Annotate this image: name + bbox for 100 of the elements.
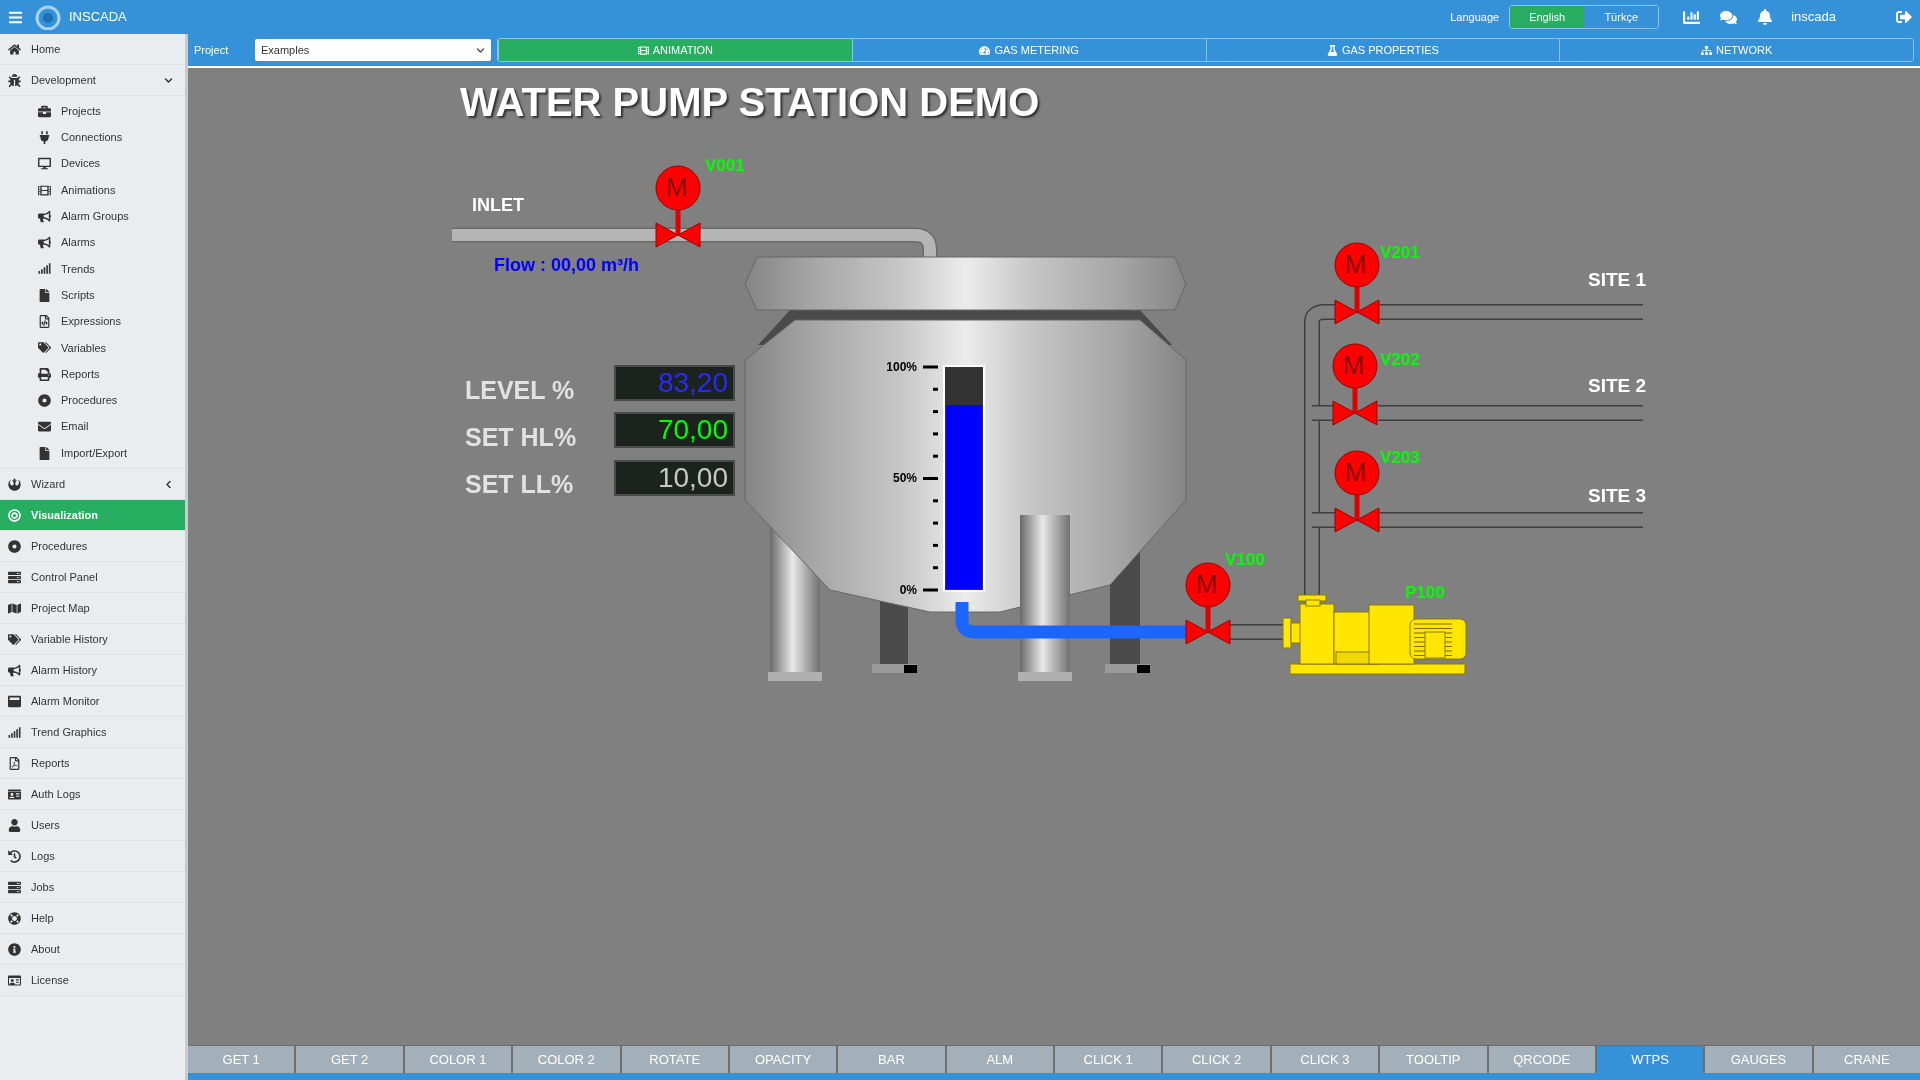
branch-pipe: [1312, 512, 1336, 528]
sidebar-subitem[interactable]: Import/Export: [0, 439, 185, 467]
sidebar-item[interactable]: Alarm History: [0, 655, 185, 687]
valve-tag: V001: [705, 153, 745, 179]
sidebar-subitem[interactable]: Procedures: [0, 387, 185, 414]
logo-icon: [33, 4, 63, 30]
readout-label: SET HL%: [465, 422, 577, 453]
dropdown-icon: [476, 45, 485, 55]
megaphone-icon: [38, 209, 51, 223]
sidebar-item[interactable]: Project Map: [0, 593, 185, 625]
sidebar-subitem[interactable]: Connections: [0, 124, 185, 151]
sidebar-subitem[interactable]: Expressions: [0, 308, 185, 335]
sidebar-subitem[interactable]: Alarm Groups: [0, 203, 185, 230]
sidebar-item[interactable]: License: [0, 965, 185, 997]
motor-valve-drawing[interactable]: [1332, 343, 1378, 426]
actuator-letter: M: [1196, 571, 1218, 597]
notification-icon[interactable]: [1757, 9, 1774, 25]
actuator-letter: M: [666, 174, 688, 200]
sidebar-item[interactable]: Users: [0, 810, 185, 842]
inlet-label: INLET: [472, 194, 524, 217]
bug-icon: [8, 73, 21, 87]
tags-icon: [38, 341, 51, 355]
site-label: SITE 1: [1588, 268, 1647, 292]
sidebar-item[interactable]: Logs: [0, 841, 185, 873]
info-icon: [8, 942, 21, 956]
gauge-scale-label: 0%: [899, 582, 917, 599]
sidebar-subitem[interactable]: Variables: [0, 334, 185, 361]
server-icon: [8, 880, 21, 894]
branch-pipe: [1312, 405, 1334, 421]
valve-tag: V203: [1380, 445, 1420, 471]
file-icon: [38, 288, 51, 302]
sidebar-subitem[interactable]: Projects: [0, 98, 185, 125]
menu-icon[interactable]: [8, 9, 23, 25]
sidebar-subitem[interactable]: Scripts: [0, 282, 185, 309]
history-icon: [8, 849, 21, 863]
screen-title: WATER PUMP STATION DEMO: [460, 79, 1040, 126]
id-card-icon: [8, 787, 21, 801]
monitor-icon: [38, 157, 51, 171]
target-icon: [8, 508, 21, 522]
gauge-icon: [979, 44, 991, 56]
printer-icon: [38, 367, 51, 381]
motor-valve-drawing[interactable]: [655, 165, 701, 248]
emblem-icon: [8, 477, 21, 491]
sidebar-item[interactable]: Alarm Monitor: [0, 686, 185, 718]
logout-icon[interactable]: [1896, 9, 1912, 25]
site-label: SITE 3: [1588, 484, 1647, 508]
sidebar-item[interactable]: About: [0, 934, 185, 966]
signal-bars-icon: [8, 725, 21, 739]
code-file-icon: [38, 315, 51, 328]
sidebar-item[interactable]: Auth Logs: [0, 779, 185, 811]
motor-valve-drawing[interactable]: [1334, 242, 1380, 325]
pump-tag: P100: [1405, 580, 1445, 606]
home-icon: [8, 42, 21, 56]
actuator-letter: M: [1343, 352, 1365, 378]
flask-icon: [1326, 44, 1338, 56]
film-icon: [38, 183, 51, 197]
server-icon: [8, 570, 21, 584]
flow-reading: Flow : 00,00 m³/h: [494, 254, 640, 277]
sidebar-item[interactable]: Variable History: [0, 624, 185, 656]
user-icon: [8, 818, 21, 832]
sidebar-subitem[interactable]: Trends: [0, 255, 185, 283]
briefcase-icon: [38, 104, 51, 118]
tags-icon: [8, 632, 21, 646]
megaphone-icon: [8, 663, 21, 677]
sidebar-subitem[interactable]: Reports: [0, 360, 185, 388]
sidebar-subitem[interactable]: Alarms: [0, 229, 185, 256]
plug-icon: [38, 130, 51, 144]
chat-icon[interactable]: [1720, 8, 1738, 26]
readout-value: 83,20: [657, 369, 728, 397]
sidebar-item[interactable]: Trend Graphics: [0, 717, 185, 749]
readout-value: 70,00: [657, 416, 728, 444]
envelope-icon: [38, 420, 51, 434]
project-label: Project: [194, 42, 230, 58]
app-name: INSCADA: [69, 8, 127, 27]
lifebuoy-icon: [8, 911, 21, 925]
chart-icon[interactable]: [1683, 8, 1701, 26]
map-icon: [8, 601, 21, 615]
actuator-letter: M: [1345, 251, 1367, 277]
sidebar-subitem[interactable]: Email: [0, 413, 185, 440]
valve-tag: V100: [1225, 547, 1265, 573]
sidebar-item[interactable]: Reports: [0, 748, 185, 780]
gauge-scale-label: 50%: [892, 470, 917, 487]
sidebar-item[interactable]: Development: [0, 65, 185, 96]
megaphone-icon: [38, 236, 51, 250]
sidebar-item[interactable]: Help: [0, 903, 185, 935]
sidebar-subitem[interactable]: Animations: [0, 176, 185, 204]
readout-label: LEVEL %: [465, 375, 575, 406]
file-icon: [38, 446, 51, 460]
sidebar-item[interactable]: Control Panel: [0, 562, 185, 594]
gauge-scale-label: 100%: [886, 359, 917, 376]
sitemap-icon: [1701, 44, 1712, 56]
sidebar-subitem[interactable]: Devices: [0, 150, 185, 177]
valve-tag: V201: [1380, 240, 1420, 266]
valve-tag: V202: [1380, 347, 1420, 373]
pdf-file-icon: [8, 756, 21, 770]
sidebar-item[interactable]: Home: [0, 34, 185, 65]
motor-valve-drawing[interactable]: [1334, 450, 1380, 533]
sidebar-item[interactable]: Procedures: [0, 531, 185, 563]
sidebar-item[interactable]: Jobs: [0, 872, 185, 904]
project-select[interactable]: Examples: [255, 39, 491, 61]
